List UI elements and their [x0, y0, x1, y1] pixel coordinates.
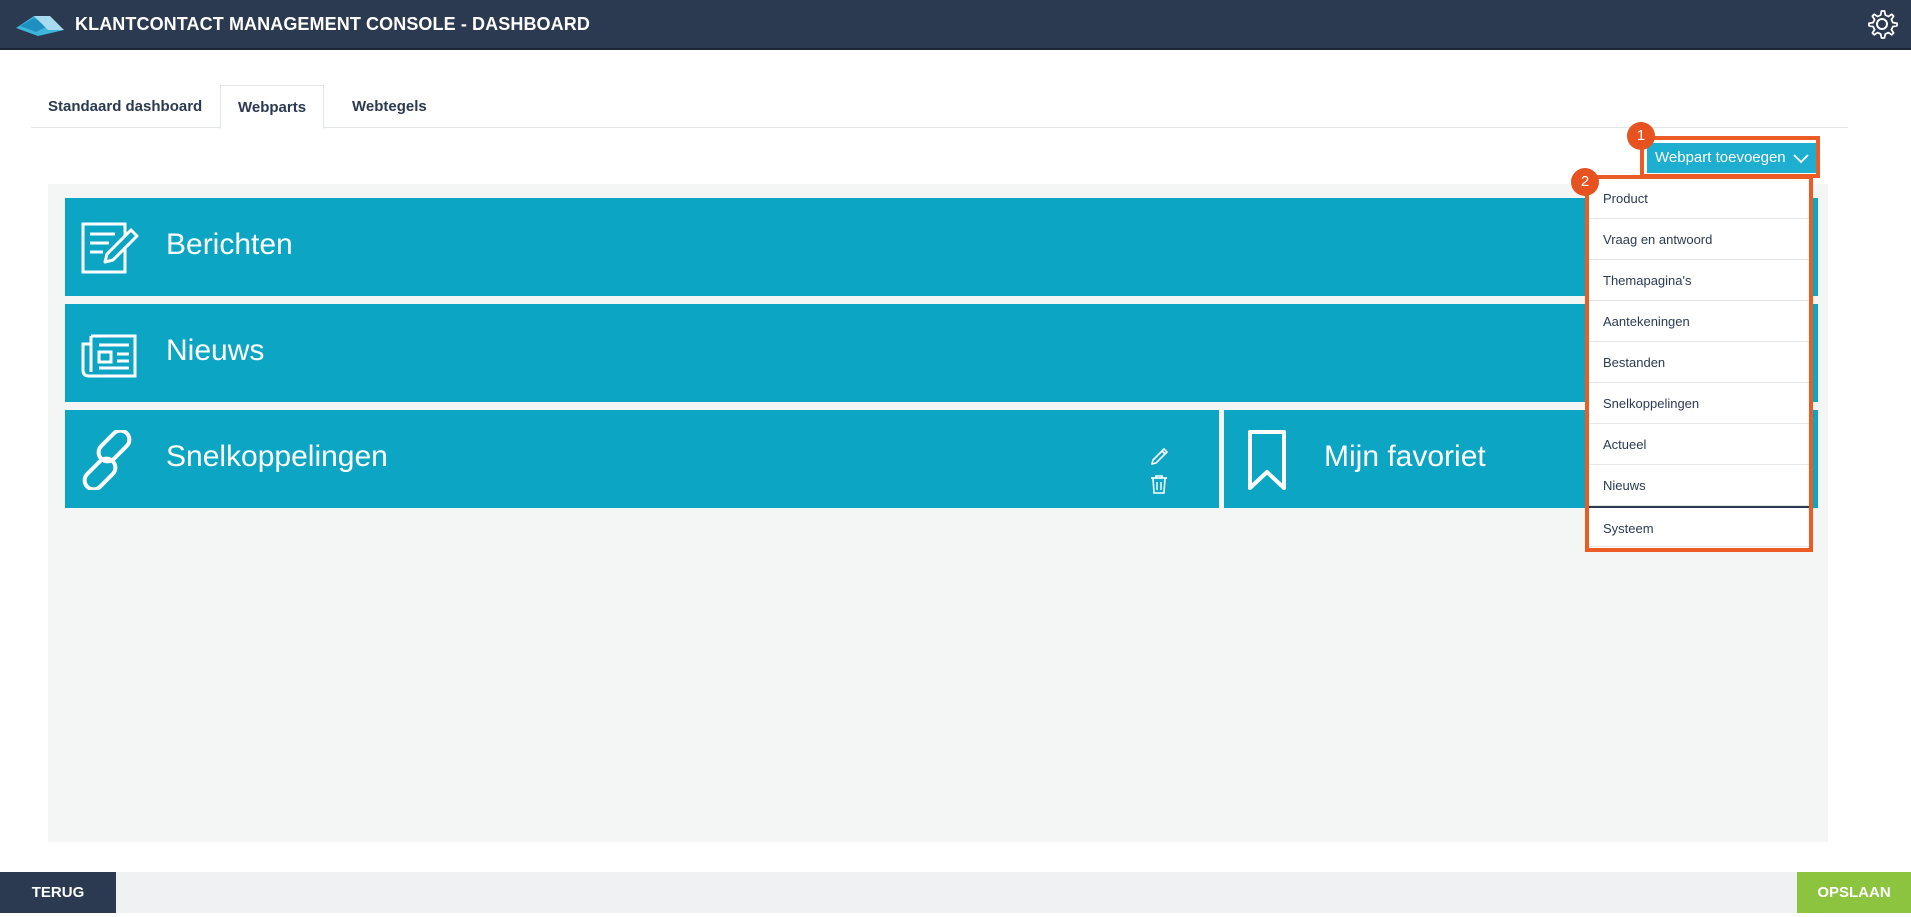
webpart-title: Berichten: [166, 228, 293, 261]
gear-icon[interactable]: [1866, 8, 1898, 40]
webpart-snelkoppelingen[interactable]: Snelkoppelingen: [65, 410, 1219, 508]
trash-icon[interactable]: [1148, 473, 1170, 495]
app-title: KLANTCONTACT MANAGEMENT CONSOLE - DASHBO…: [75, 14, 590, 34]
tab-bar: Standaard dashboard Webparts Webtegels: [31, 85, 1848, 129]
pencil-icon[interactable]: [1148, 446, 1170, 468]
back-button[interactable]: TERUG: [0, 872, 116, 913]
webpart-title: Snelkoppelingen: [166, 440, 388, 473]
logo-icon: [16, 16, 64, 36]
webpart-berichten[interactable]: Berichten: [65, 198, 1818, 296]
bookmark-icon: [1248, 430, 1286, 490]
tab-standaard-dashboard[interactable]: Standaard dashboard: [31, 85, 219, 128]
newspaper-icon: [81, 334, 137, 378]
webpart-title: Nieuws: [166, 334, 265, 367]
webpart-actions: [1148, 446, 1219, 500]
save-button[interactable]: OPSLAAN: [1797, 872, 1911, 913]
tab-webtegels[interactable]: Webtegels: [335, 85, 444, 128]
annotation-badge-1: 1: [1627, 122, 1655, 150]
annotation-highlight-1: [1640, 136, 1820, 178]
link-icon: [82, 430, 132, 490]
annotation-badge-2: 2: [1571, 168, 1599, 196]
webpart-nieuws[interactable]: Nieuws: [65, 304, 1818, 402]
footer-bar: [0, 872, 1911, 913]
annotation-highlight-2: [1585, 175, 1813, 552]
tab-webparts[interactable]: Webparts: [220, 85, 325, 129]
webpart-title: Mijn favoriet: [1324, 440, 1486, 473]
top-bar: KLANTCONTACT MANAGEMENT CONSOLE - DASHBO…: [0, 0, 1911, 50]
note-edit-icon: [81, 222, 139, 274]
